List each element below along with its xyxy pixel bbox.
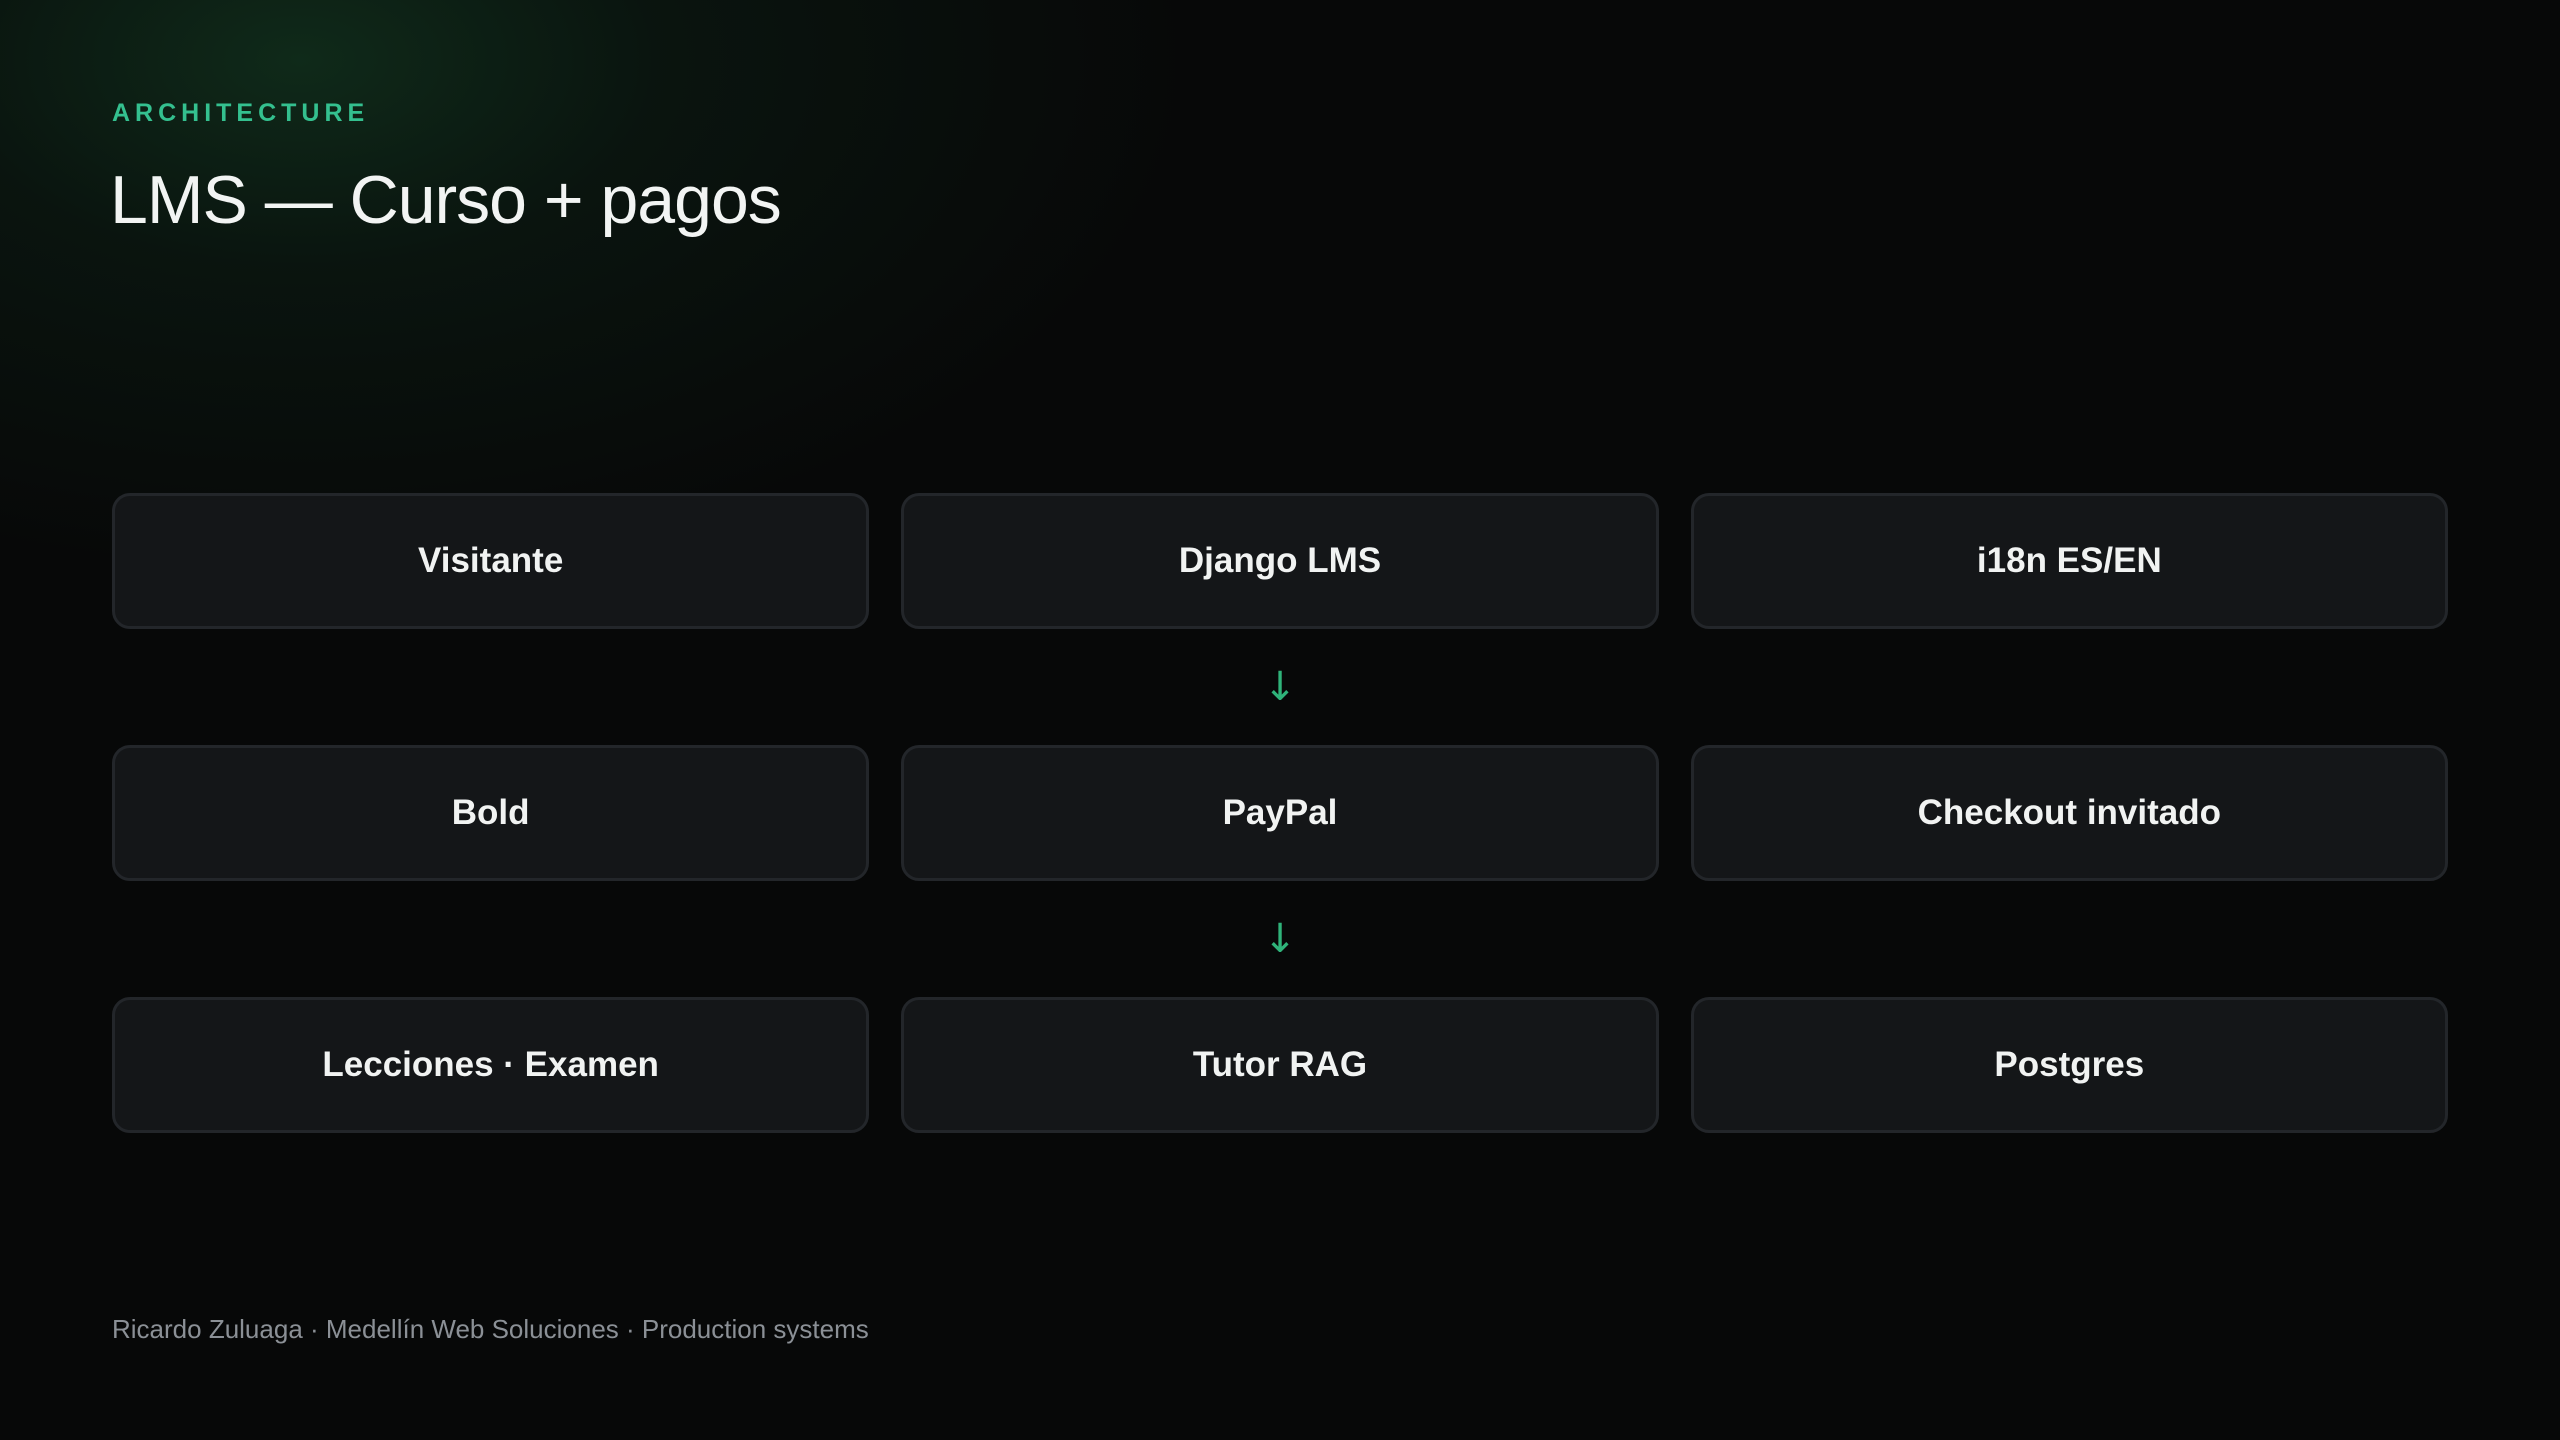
node-label: i18n ES/EN [1976,541,2162,580]
page-title: LMS — Curso + pagos [110,162,782,238]
node-tutor-rag: Tutor RAG [901,997,1659,1133]
node-lecciones-examen: Lecciones · Examen [112,997,870,1133]
section-eyebrow: ARCHITECTURE [112,99,370,127]
footer-credits: Ricardo Zuluaga · Medellín Web Solucione… [112,1314,869,1344]
node-label: Postgres [1994,1045,2145,1084]
node-label: Bold [451,793,530,832]
node-label: Django LMS [1178,541,1382,580]
node-django-lms: Django LMS [901,493,1659,629]
connector-2: ↓ [112,881,2448,997]
arrow-down-icon: ↓ [1263,916,1297,962]
node-label: Visitante [418,541,564,580]
node-label: PayPal [1222,793,1338,832]
node-bold: Bold [112,745,870,881]
node-label: Checkout invitado [1917,793,2221,832]
node-label: Lecciones · Examen [322,1045,659,1084]
arrow-down-icon: ↓ [1263,664,1297,710]
diagram-row-1: Visitante Django LMS i18n ES/EN [112,493,2448,629]
node-checkout-invitado: Checkout invitado [1690,745,2448,881]
node-paypal: PayPal [901,745,1659,881]
node-visitante: Visitante [112,493,870,629]
node-i18n: i18n ES/EN [1690,493,2448,629]
node-label: Tutor RAG [1192,1045,1368,1084]
node-postgres: Postgres [1690,997,2448,1133]
diagram-row-2: Bold PayPal Checkout invitado [112,745,2448,881]
architecture-diagram: Visitante Django LMS i18n ES/EN ↓ Bold P… [112,493,2448,1133]
diagram-row-3: Lecciones · Examen Tutor RAG Postgres [112,997,2448,1133]
connector-1: ↓ [112,629,2448,745]
